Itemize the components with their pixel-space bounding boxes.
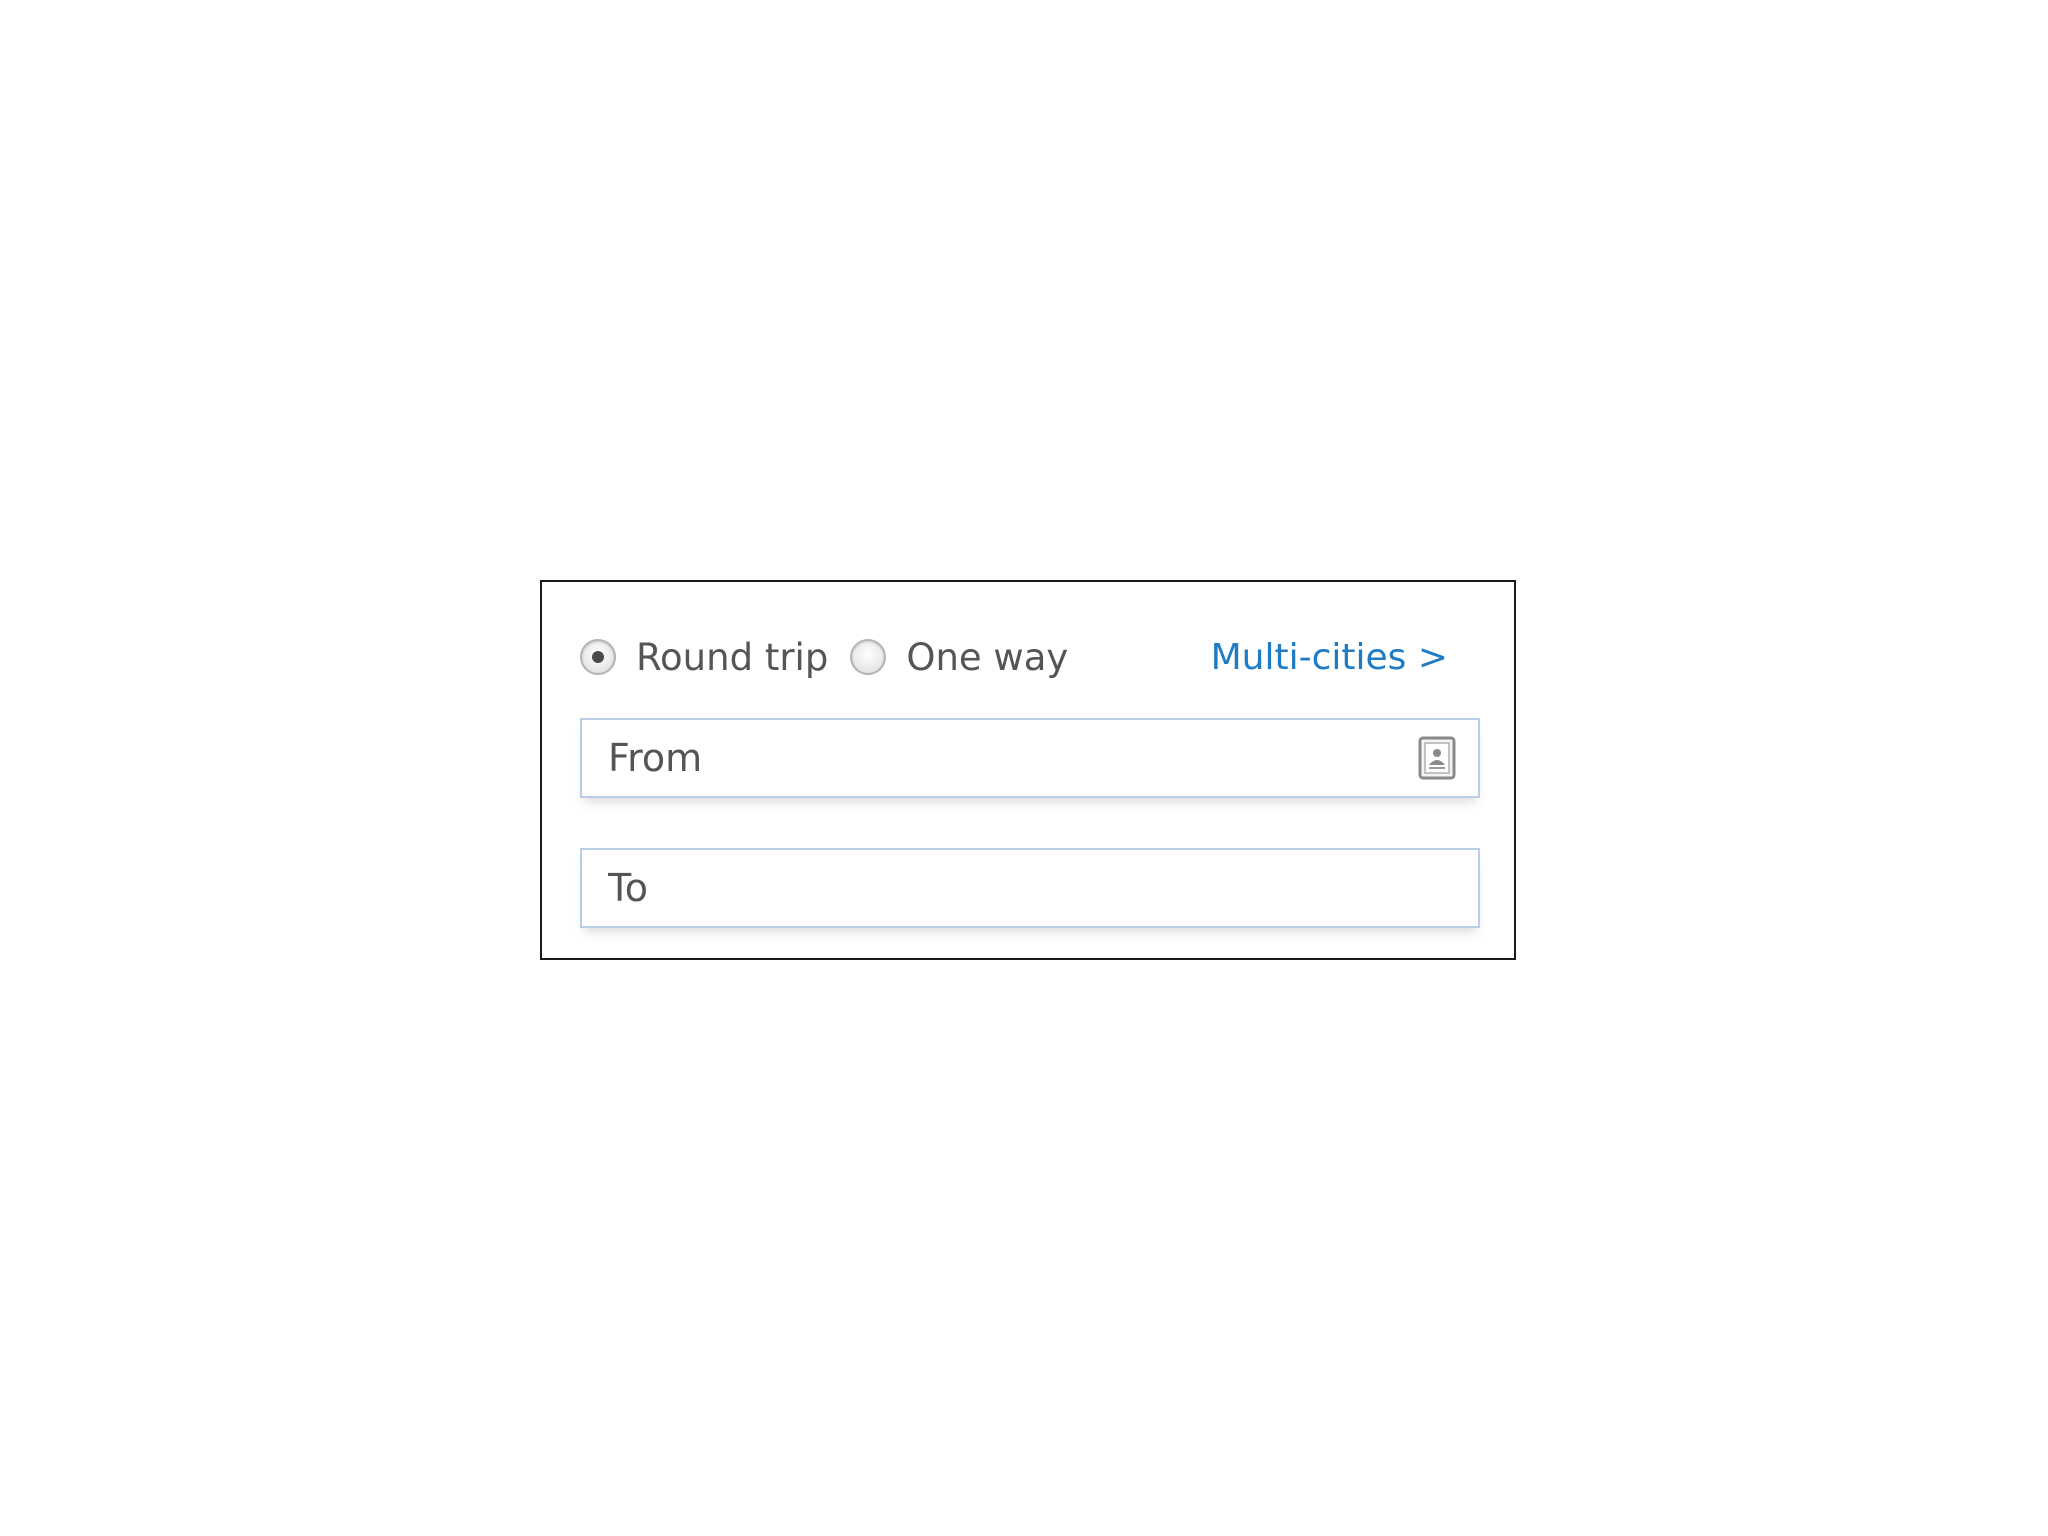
one-way-option[interactable]: One way: [850, 636, 1068, 679]
from-field[interactable]: [580, 718, 1480, 798]
flight-search-panel: Round trip One way Multi-cities >: [540, 580, 1516, 960]
round-trip-label: Round trip: [636, 635, 829, 679]
from-input[interactable]: [582, 720, 1418, 796]
multi-cities-link[interactable]: Multi-cities >: [1211, 637, 1448, 678]
to-input[interactable]: [582, 850, 1478, 926]
one-way-label: One way: [906, 635, 1069, 679]
trip-type-row: Round trip One way Multi-cities >: [580, 630, 1476, 684]
address-book-icon[interactable]: [1418, 736, 1456, 780]
round-trip-option[interactable]: Round trip: [580, 636, 828, 679]
one-way-radio[interactable]: [850, 639, 887, 675]
to-field[interactable]: [580, 848, 1480, 928]
round-trip-radio[interactable]: [580, 639, 616, 675]
